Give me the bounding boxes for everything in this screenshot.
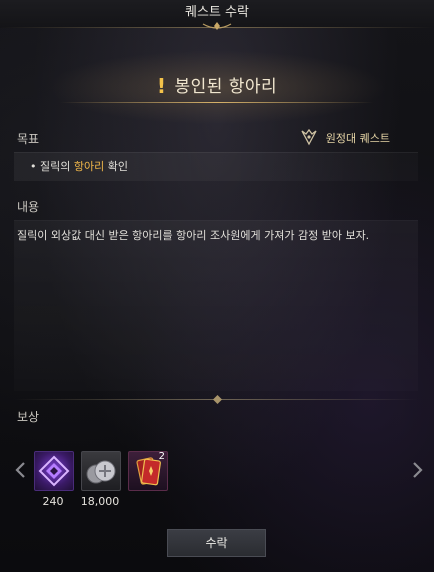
goal-bullet: •	[30, 160, 37, 173]
window-titlebar: 퀘스트 수락	[0, 0, 434, 30]
goal-text: 질릭의 항아리 확인	[40, 160, 128, 173]
goal-label: 목표	[17, 132, 40, 146]
divider-diamond-icon	[213, 395, 222, 404]
chevron-right-icon[interactable]	[412, 461, 424, 479]
reward-item-2[interactable]	[81, 451, 121, 491]
goal-item: • 질릭의 항아리 확인	[14, 152, 418, 181]
quest-title-text: 봉인된 항아리	[174, 77, 278, 97]
reward-count-1: 240	[42, 495, 64, 508]
content-box	[14, 220, 418, 391]
exclamation-icon: !	[156, 74, 167, 98]
expedition-badge-icon	[301, 128, 317, 146]
banner-line	[60, 102, 374, 103]
quest-title: ! 봉인된 항아리	[0, 72, 434, 98]
goal-highlight: 항아리	[73, 160, 105, 173]
chevron-left-icon[interactable]	[14, 461, 26, 479]
silver-coins-icon	[86, 460, 116, 484]
reward-label: 보상	[17, 410, 40, 424]
purple-crystal-icon	[38, 455, 70, 487]
content-text: 질릭이 외상값 대신 받은 항아리를 항아리 조사원에게 가져가 감정 받아 보…	[17, 229, 370, 242]
window-title: 퀘스트 수락	[185, 5, 249, 20]
title-ornament-icon	[202, 22, 232, 30]
reward-item-3[interactable]: 2	[128, 451, 168, 491]
expedition-quest-badge: 원정대 퀘스트	[325, 132, 390, 145]
reward-card-count: 2	[158, 451, 165, 462]
reward-item-1[interactable]	[34, 451, 74, 491]
content-label: 내용	[17, 200, 40, 214]
accept-button[interactable]: 수락	[167, 529, 266, 557]
reward-count-2: 18,000	[80, 495, 120, 508]
